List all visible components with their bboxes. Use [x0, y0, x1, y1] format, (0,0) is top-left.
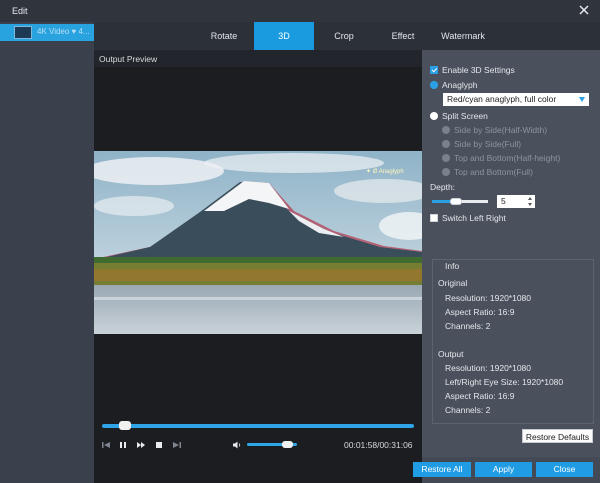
output-preview-panel: Output Preview ✦ Ø Anaglyph 00:01:58/00:… [94, 50, 422, 483]
restore-all-button[interactable]: Restore All [413, 462, 471, 477]
seek-handle[interactable] [119, 421, 131, 430]
close-icon[interactable] [577, 3, 591, 17]
split-screen-label: Split Screen [442, 111, 488, 121]
enable-3d-option[interactable]: Enable 3D Settings [430, 65, 515, 75]
switch-left-right-checkbox[interactable] [430, 214, 438, 222]
enable-3d-checkbox[interactable] [430, 66, 438, 74]
split-option-radio[interactable] [442, 140, 450, 148]
skip-back-icon[interactable] [101, 440, 111, 450]
apply-button[interactable]: Apply [475, 462, 532, 477]
file-list: 4K Video ♥ 4... [0, 22, 94, 483]
split-screen-radio[interactable] [430, 112, 438, 120]
skip-forward-icon[interactable] [172, 440, 182, 450]
tab-3d[interactable]: 3D [254, 22, 314, 50]
restore-defaults-button[interactable]: Restore Defaults [522, 429, 593, 443]
output-resolution: Resolution: 1920*1080 [445, 363, 532, 373]
enable-3d-label: Enable 3D Settings [442, 65, 515, 75]
3d-settings-panel: Enable 3D Settings Anaglyph Red/cyan ana… [422, 50, 600, 457]
video-watermark: ✦ Ø Anaglyph [366, 169, 404, 175]
split-option-radio[interactable] [442, 126, 450, 134]
anaglyph-option[interactable]: Anaglyph [430, 80, 477, 90]
tab-bar: Rotate 3D Crop Effect Watermark [94, 22, 600, 50]
depth-label: Depth: [430, 182, 456, 192]
anaglyph-label: Anaglyph [442, 80, 478, 90]
anaglyph-mode-value: Red/cyan anaglyph, full color [447, 94, 557, 104]
output-eye-size: Left/Right Eye Size: 1920*1080 [445, 377, 564, 387]
output-heading: Output [438, 349, 464, 359]
original-channels: Channels: 2 [445, 321, 491, 331]
tab-effect[interactable]: Effect [373, 22, 433, 50]
stop-icon[interactable] [154, 440, 164, 450]
split-screen-option[interactable]: Split Screen [430, 111, 488, 121]
edit-window: Edit 4K Video ♥ 4... Rotate 3D Crop Effe… [0, 0, 600, 483]
video-thumbnail [14, 26, 32, 39]
tab-watermark[interactable]: Watermark [433, 22, 493, 50]
anaglyph-radio[interactable] [430, 81, 438, 89]
volume-handle[interactable] [282, 441, 293, 448]
file-list-item[interactable]: 4K Video ♥ 4... [0, 24, 94, 41]
depth-value: 5 [501, 196, 506, 206]
tab-rotate[interactable]: Rotate [194, 22, 254, 50]
anaglyph-mode-select[interactable]: Red/cyan anaglyph, full color [443, 93, 589, 106]
split-option-label: Side by Side(Full) [454, 139, 522, 149]
original-aspect-ratio: Aspect Ratio: 16:9 [445, 307, 515, 317]
split-option-label: Side by Side(Half-Width) [454, 125, 548, 135]
split-option-label: Top and Bottom(Full) [454, 167, 533, 177]
tab-crop[interactable]: Crop [314, 22, 374, 50]
volume-icon[interactable] [232, 440, 242, 450]
close-button[interactable]: Close [536, 462, 593, 477]
video-frame: ✦ Ø Anaglyph [94, 151, 422, 334]
fast-forward-icon[interactable] [136, 440, 146, 450]
depth-spinbox[interactable]: 5 [497, 195, 535, 208]
output-aspect-ratio: Aspect Ratio: 16:9 [445, 391, 515, 401]
pause-icon[interactable] [118, 440, 128, 450]
spin-up-icon[interactable] [528, 197, 532, 200]
output-channels: Channels: 2 [445, 405, 491, 415]
split-option-top-full[interactable]: Top and Bottom(Full) [442, 167, 533, 177]
preview-header: Output Preview [94, 50, 422, 67]
switch-left-right-option[interactable]: Switch Left Right [430, 213, 506, 223]
title-bar: Edit [0, 0, 600, 22]
switch-left-right-label: Switch Left Right [442, 213, 506, 223]
info-title: Info [442, 261, 463, 271]
split-option-side-half[interactable]: Side by Side(Half-Width) [442, 125, 547, 135]
depth-handle[interactable] [450, 198, 462, 205]
preview-title: Output Preview [99, 54, 158, 64]
split-option-radio[interactable] [442, 154, 450, 162]
original-resolution: Resolution: 1920*1080 [445, 293, 532, 303]
original-heading: Original [438, 278, 468, 288]
file-name: 4K Video ♥ 4... [37, 27, 90, 36]
split-option-top-half[interactable]: Top and Bottom(Half-height) [442, 153, 560, 163]
window-title: Edit [12, 6, 28, 16]
split-option-side-full[interactable]: Side by Side(Full) [442, 139, 521, 149]
time-display: 00:01:58/00:31:06 [344, 440, 413, 450]
split-option-label: Top and Bottom(Half-height) [454, 153, 561, 163]
seek-bar[interactable] [102, 424, 414, 428]
split-option-radio[interactable] [442, 168, 450, 176]
spin-down-icon[interactable] [528, 203, 532, 206]
chevron-down-icon [579, 97, 585, 102]
